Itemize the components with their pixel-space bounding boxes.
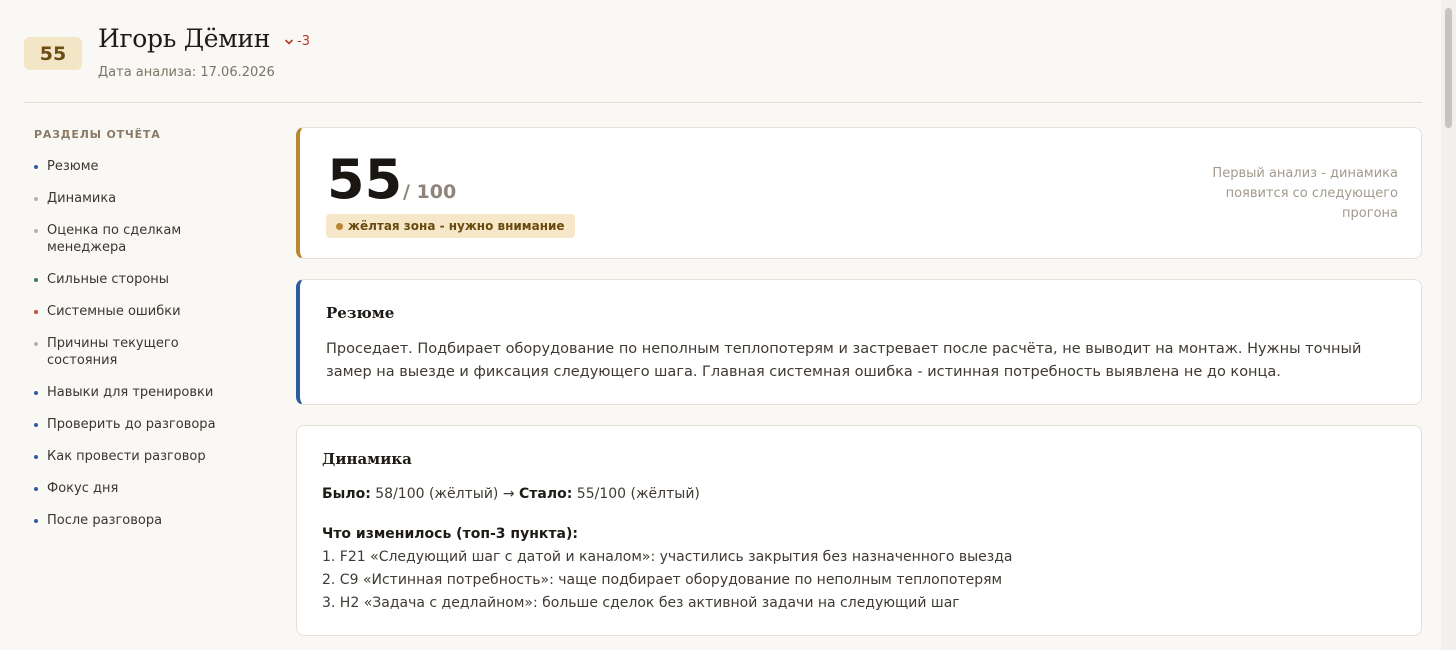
sidebar-item-deal-scores[interactable]: Оценка по сделкам менеджера — [34, 222, 197, 256]
sidebar-item-focus[interactable]: Фокус дня — [34, 480, 234, 497]
sidebar-item-label: Проверить до разговора — [47, 417, 216, 432]
first-analysis-note: Первый анализ - динамика появится со сле… — [1212, 166, 1398, 221]
sidebar-item-check-before[interactable]: Проверить до разговора — [34, 416, 234, 433]
sidebar-item-label: Фокус дня — [47, 481, 119, 496]
sidebar-item-label: Динамика — [47, 191, 117, 206]
score-value: 55 — [327, 148, 403, 211]
resume-card: Резюме Проседает. Подбирает оборудование… — [296, 279, 1422, 405]
zone-dot-icon — [336, 223, 343, 230]
changes-title: Что изменилось (топ-3 пункта): — [322, 526, 578, 542]
bullet-dot — [34, 197, 38, 201]
bullet-dot — [34, 165, 38, 169]
sidebar-title: РАЗДЕЛЫ ОТЧЁТА — [34, 128, 161, 141]
now-value: 55/100 (жёлтый) — [576, 486, 700, 502]
arrow-right-icon: → — [502, 486, 515, 502]
score-card: 55 / 100 жёлтая зона - нужно внимание Пе… — [296, 127, 1422, 259]
resume-text: Проседает. Подбирает оборудование по неп… — [326, 341, 1362, 380]
dynamics-title: Динамика — [322, 450, 412, 468]
bullet-dot — [34, 519, 38, 523]
sidebar-item-conversation[interactable]: Как провести разговор — [34, 448, 234, 465]
page-scrollbar[interactable] — [1441, 0, 1456, 650]
bullet-dot — [34, 342, 38, 346]
score-chip: 55 — [24, 37, 82, 70]
list-item: 1. F21 «Следующий шаг с датой и каналом»… — [322, 549, 1013, 565]
list-item: 2. C9 «Истинная потребность»: чаще подби… — [322, 572, 1003, 588]
sidebar-item-label: Резюме — [47, 159, 99, 174]
was-value: 58/100 (жёлтый) — [375, 486, 499, 502]
sidebar-item-system-errors[interactable]: Системные ошибки — [34, 303, 234, 320]
chevron-down-icon — [285, 39, 293, 44]
sidebar-item-after[interactable]: После разговора — [34, 512, 234, 529]
trend-delta: -3 — [297, 34, 310, 49]
dynamics-card: Динамика Было: 58/100 (жёлтый) → Стало: … — [296, 425, 1422, 636]
score-trend: -3 — [284, 34, 310, 49]
sidebar-item-label: Оценка по сделкам менеджера — [47, 223, 182, 255]
sidebar-item-resume[interactable]: Резюме — [34, 158, 234, 175]
score-change-line: Было: 58/100 (жёлтый) → Стало: 55/100 (ж… — [322, 484, 700, 504]
now-label: Стало: — [519, 486, 573, 502]
sidebar-item-label: Системные ошибки — [47, 304, 181, 319]
report-header: 55 Игорь Дёмин -3 Дата анализа: 17.06.20… — [24, 0, 1422, 103]
bullet-dot — [34, 487, 38, 491]
sidebar-item-label: После разговора — [47, 513, 163, 528]
zone-label: жёлтая зона - нужно внимание — [348, 219, 565, 233]
list-item: 3. H2 «Задача с дедлайном»: больше сдело… — [322, 595, 960, 611]
sidebar-item-dynamics[interactable]: Динамика — [34, 190, 234, 207]
bullet-dot — [34, 229, 38, 233]
sidebar-item-label: Причины текущего состояния — [47, 336, 179, 368]
was-label: Было: — [322, 486, 371, 502]
bullet-dot — [34, 455, 38, 459]
sidebar-item-causes[interactable]: Причины текущего состояния — [34, 335, 197, 369]
bullet-dot — [34, 278, 38, 282]
bullet-dot — [34, 423, 38, 427]
sidebar-item-skills[interactable]: Навыки для тренировки — [34, 384, 234, 401]
sidebar-item-label: Сильные стороны — [47, 272, 170, 287]
zone-badge: жёлтая зона - нужно внимание — [326, 214, 575, 238]
sidebar-item-label: Как провести разговор — [47, 449, 206, 464]
bullet-dot — [34, 391, 38, 395]
score-max: / 100 — [403, 181, 457, 203]
changes-block: Что изменилось (топ-3 пункта): 1. F21 «С… — [322, 523, 1012, 615]
sidebar-item-strengths[interactable]: Сильные стороны — [34, 271, 234, 288]
scrollbar-thumb[interactable] — [1445, 8, 1452, 128]
report-sections-nav: РАЗДЕЛЫ ОТЧЁТА Резюме Динамика Оценка по… — [34, 128, 234, 544]
sidebar-item-label: Навыки для тренировки — [47, 385, 214, 400]
bullet-dot — [34, 310, 38, 314]
resume-title: Резюме — [326, 304, 395, 322]
manager-name: Игорь Дёмин — [98, 24, 271, 53]
analysis-date: Дата анализа: 17.06.2026 — [98, 65, 275, 80]
